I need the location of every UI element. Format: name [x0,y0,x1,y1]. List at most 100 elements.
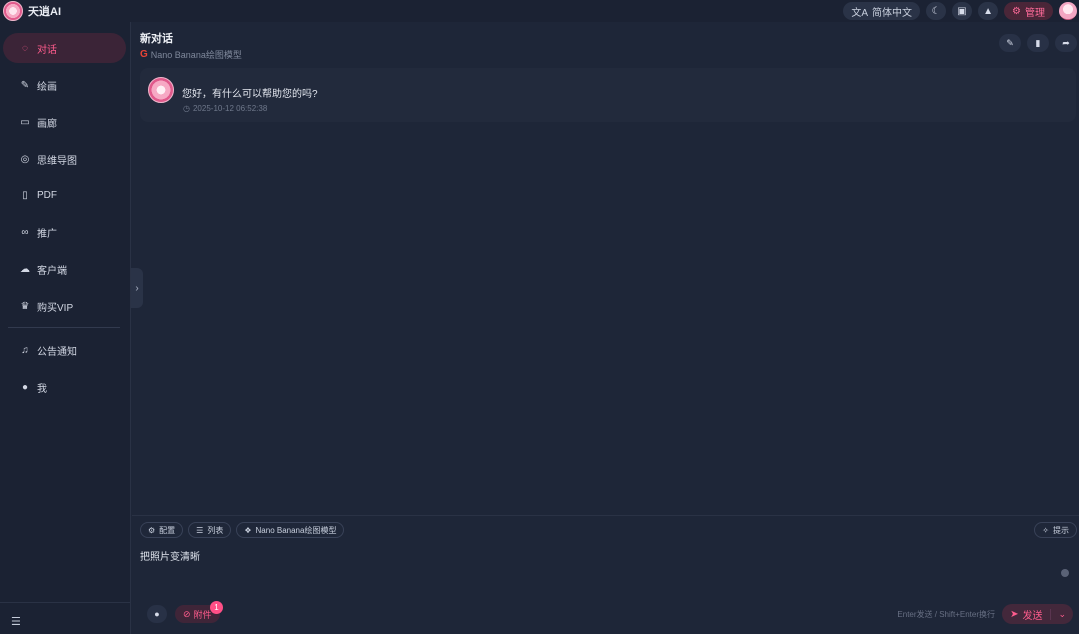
brand[interactable]: 天逍AI [0,1,61,21]
assistant-avatar [148,77,174,103]
attachment-count-badge: 1 [210,601,223,614]
chip-label: 配置 [159,525,176,535]
moon-icon: ☾ [931,5,941,17]
list-chip[interactable]: ☰ 列表 [188,522,232,538]
admin-button[interactable]: ⚙ 管理 [1004,2,1053,20]
brush-icon: ✎ [20,79,30,91]
app-name: 天逍AI [28,6,61,18]
clear-input-icon[interactable] [1061,569,1069,577]
user-icon: ● [21,381,29,393]
cloud-download-icon: ☁ [20,263,30,275]
theme-toggle[interactable]: ☾ [926,2,947,20]
notification-button[interactable]: ▲ [978,2,999,20]
send-group: ➤ 发送 ⌄ [1002,604,1073,624]
sidebar-item-label: 绘画 [37,81,57,93]
composer-divider [132,515,1079,516]
sidebar-item-label: 客户端 [37,265,67,277]
chat-icon: ◌ [22,42,28,54]
google-icon: G [140,49,148,60]
sidebar-divider [8,327,120,328]
header-actions: ✎ ▮ ➦ [999,34,1077,52]
chip-label: Nano Banana绘图模型 [255,525,337,535]
delete-button[interactable]: ▮ [1027,34,1049,52]
language-switch[interactable]: 文A 简体中文 [843,2,921,20]
chevron-down-icon: ⌄ [1058,608,1066,619]
share-icon: ➦ [1062,37,1070,48]
message-input[interactable]: 把照片变清晰 [140,548,1076,588]
list-icon: ☰ [196,525,204,535]
message-card: 您好，有什么可以帮助您的吗? ◷ 2025-10-12 06:52:38 [140,68,1076,122]
config-chip[interactable]: ⚙ 配置 [140,522,184,538]
top-actions: 文A 简体中文 ☾ ▣ ▲ ⚙ 管理 [843,2,1079,20]
send-label: 发送 [1022,610,1043,622]
edit-button[interactable]: ✎ [999,34,1021,52]
sidebar-item-label: 推广 [37,228,57,240]
sidebar-item-client[interactable]: ☁ 客户端 [3,254,126,284]
admin-label: 管理 [1025,7,1045,19]
paperclip-icon: ⊘ [183,608,191,619]
app-window: 天逍AI 文A 简体中文 ☾ ▣ ▲ ⚙ 管理 ◌ 对话 ✎ 绘画 ▭ 画廊 ◎… [0,0,1079,634]
voice-input-button[interactable]: ● [147,605,167,623]
collapse-sidebar-icon[interactable]: ☰ [11,615,21,628]
user-avatar[interactable] [1059,2,1077,20]
clock-icon: ◷ [183,104,190,113]
keyboard-hint: Enter发送 / Shift+Enter换行 [897,610,995,619]
share-button[interactable]: ➦ [1055,34,1077,52]
trash-icon: ▮ [1035,37,1041,48]
expand-panel-button[interactable]: › [131,268,143,308]
promote-icon: ∞ [21,226,29,238]
microphone-icon: ● [154,609,160,619]
chat-header: 新对话 G Nano Banana绘图模型 [140,30,242,61]
chevron-right-icon: › [135,282,139,294]
crown-icon: ♛ [20,300,30,312]
send-button[interactable]: ➤ 发送 [1002,607,1050,622]
model-subtitle: G Nano Banana绘图模型 [140,48,242,61]
attach-label: 附件 [193,609,212,620]
composer-toolbar: ⚙ 配置 ☰ 列表 ❖ Nano Banana绘图模型 [140,522,345,538]
sidebar-item-gallery[interactable]: ▭ 画廊 [3,107,126,137]
mindmap-icon: ◎ [20,153,30,165]
gear-icon: ⚙ [148,525,156,535]
pdf-icon: ▯ [22,189,28,201]
edit-icon: ✎ [1006,37,1014,48]
sidebar-bottom-divider [0,602,131,603]
sidebar-item-label: 画廊 [37,118,57,130]
page-title: 新对话 [140,33,173,45]
sidebar-item-chat[interactable]: ◌ 对话 [3,33,126,63]
sidebar-item-vip[interactable]: ♛ 购买VIP [3,291,126,321]
magic-icon: ✧ [1042,525,1049,535]
sidebar-item-label: 购买VIP [37,302,74,314]
sidebar-item-label: 对话 [37,44,57,56]
chip-label: 提示 [1053,525,1069,535]
sidebar-item-drawing[interactable]: ✎ 绘画 [3,70,126,100]
sidebar-item-me[interactable]: ● 我 [3,372,126,402]
bell-icon: ▲ [983,5,993,17]
language-label: 简体中文 [872,7,913,19]
send-options-button[interactable]: ⌄ [1050,608,1073,620]
timestamp-text: 2025-10-12 06:52:38 [192,104,268,113]
sidebar-item-label: 公告通知 [37,346,77,358]
sidebar-item-label: 思维导图 [37,155,77,167]
model-icon: ❖ [244,525,252,535]
chip-label: 列表 [207,525,224,535]
message-timestamp: ◷ 2025-10-12 06:52:38 [183,104,267,113]
sidebar-item-label: PDF [37,189,57,201]
sidebar-item-label: 我 [37,383,47,395]
bell-icon: ♫ [21,344,29,356]
gallery-icon: ▭ [20,116,30,128]
sidebar-item-announcements[interactable]: ♫ 公告通知 [3,335,126,365]
translate-icon: 文A [851,7,869,19]
gift-icon: ▣ [957,5,967,17]
sidebar-item-promote[interactable]: ∞ 推广 [3,217,126,247]
admin-icon: ⚙ [1012,5,1021,17]
sidebar-item-pdf[interactable]: ▯ PDF [3,180,126,210]
prompt-chip[interactable]: ✧ 提示 [1034,522,1077,538]
gift-button[interactable]: ▣ [952,2,973,20]
paper-plane-icon: ➤ [1010,608,1019,620]
message-text: 您好，有什么可以帮助您的吗? [182,89,318,100]
model-name: Nano Banana绘图模型 [150,50,242,60]
model-chip[interactable]: ❖ Nano Banana绘图模型 [236,522,345,538]
logo-icon [3,1,23,21]
top-bar: 天逍AI 文A 简体中文 ☾ ▣ ▲ ⚙ 管理 [0,0,1079,22]
sidebar-item-mindmap[interactable]: ◎ 思维导图 [3,144,126,174]
